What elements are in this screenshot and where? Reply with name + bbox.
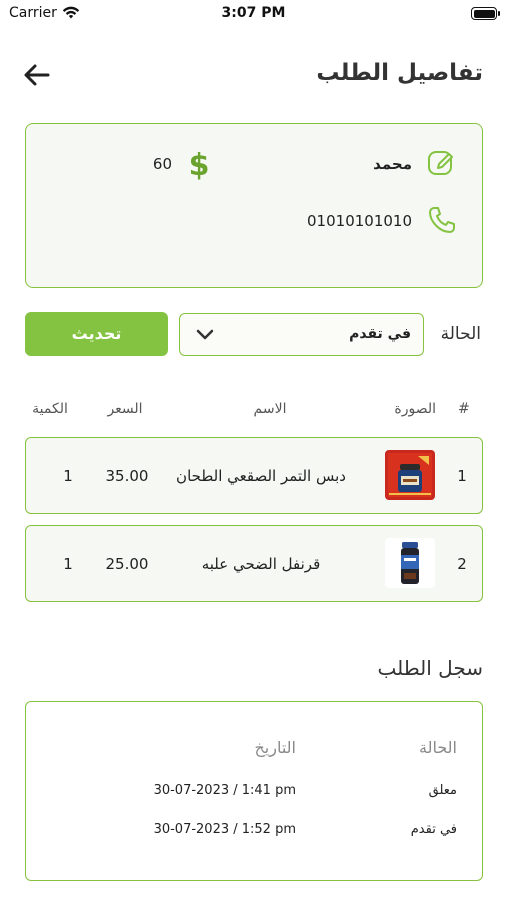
status-dropdown[interactable]: في تقدم: [179, 313, 424, 356]
table-row[interactable]: 2 قرنفل الضحي علبه 25.00 1: [25, 525, 483, 602]
status-label: الحالة: [440, 324, 481, 344]
product-price: 25.00: [105, 555, 149, 573]
product-image: [385, 538, 435, 588]
dollar-icon: $: [189, 148, 210, 180]
row-number: 1: [457, 467, 467, 485]
page-title: تفاصيل الطلب: [316, 60, 483, 86]
history-header-status: الحالة: [419, 738, 457, 757]
battery-icon: [471, 7, 500, 20]
customer-name: محمد: [373, 155, 412, 173]
history-status: معلق: [428, 783, 457, 798]
phone-icon[interactable]: [427, 205, 457, 235]
history-date: 30-07-2023 / 1:41 pm: [153, 783, 296, 798]
arrow-left-icon[interactable]: [22, 60, 52, 90]
product-name: قرنفل الضحي علبه: [201, 555, 321, 573]
clock: 3:07 PM: [221, 5, 286, 21]
status-bar: Carrier 3:07 PM: [0, 0, 507, 30]
column-header-quantity: الكمية: [32, 401, 68, 417]
customer-info-card: محمد $ 60 01010101010: [25, 123, 483, 288]
chevron-down-icon: [196, 329, 214, 340]
history-title: سجل الطلب: [377, 656, 484, 680]
table-row[interactable]: 1 دبس التمر الصقعي الطحان 35.00 1: [25, 437, 483, 514]
column-header-number: #: [458, 401, 470, 417]
history-card: الحالة التاريخ معلق 30-07-2023 / 1:41 pm…: [25, 701, 483, 881]
product-quantity: 1: [63, 467, 73, 485]
update-button[interactable]: تحديث: [25, 312, 168, 356]
product-price: 35.00: [105, 467, 149, 485]
column-header-name: الاسم: [253, 401, 287, 417]
history-header-date: التاريخ: [254, 738, 296, 757]
svg-text:$: $: [189, 148, 210, 180]
history-date: 30-07-2023 / 1:52 pm: [153, 822, 296, 837]
order-total: 60: [152, 155, 172, 173]
column-header-image: الصورة: [394, 401, 436, 417]
row-number: 2: [457, 555, 467, 573]
customer-phone: 01010101010: [307, 212, 412, 230]
product-name: دبس التمر الصقعي الطحان: [176, 467, 346, 485]
column-header-price: السعر: [107, 401, 143, 417]
product-quantity: 1: [63, 555, 73, 573]
edit-icon[interactable]: [427, 148, 457, 178]
history-status: في تقدم: [410, 822, 457, 837]
product-image: [385, 450, 435, 500]
status-dropdown-value: في تقدم: [349, 326, 411, 342]
